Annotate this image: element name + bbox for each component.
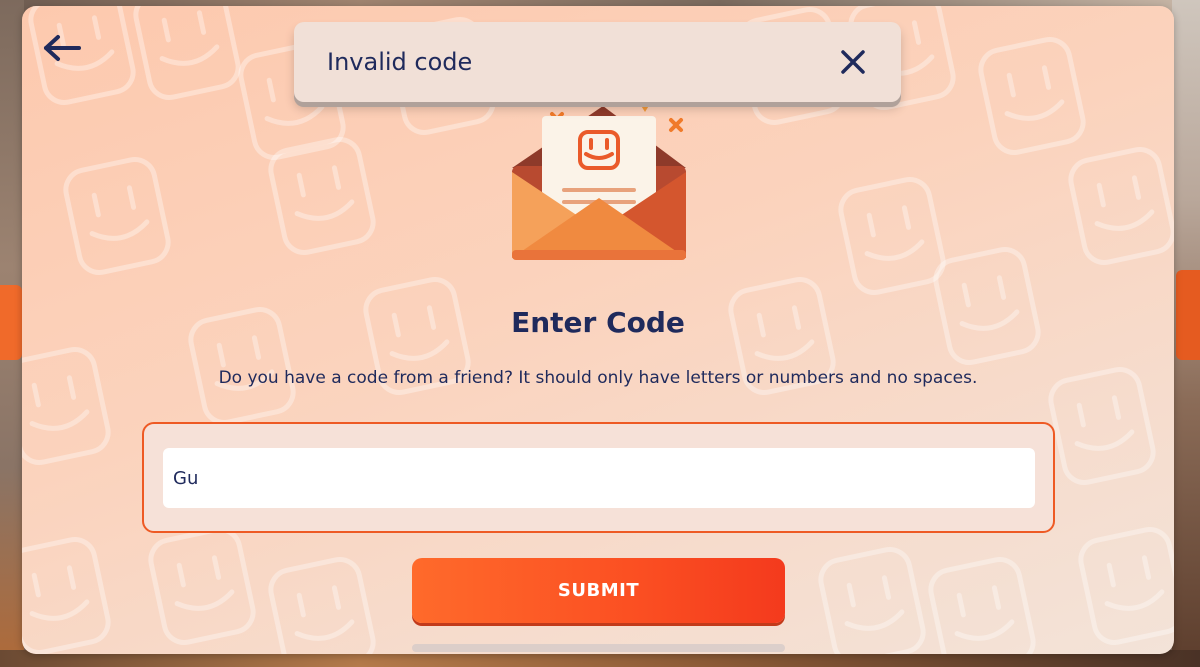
back-button[interactable] xyxy=(40,30,84,66)
code-input[interactable] xyxy=(163,448,1035,508)
scene-orange-object xyxy=(1176,270,1200,360)
instructions-text: Do you have a code from a friend? It sho… xyxy=(218,368,978,388)
toast-message: Invalid code xyxy=(327,48,473,76)
submit-button[interactable]: SUBMIT xyxy=(412,558,785,623)
arrow-left-icon xyxy=(44,35,81,61)
error-toast: Invalid code xyxy=(294,22,901,102)
code-input-container xyxy=(142,422,1055,533)
page-title: Enter Code xyxy=(511,306,685,339)
envelope-with-card-icon xyxy=(500,98,710,268)
close-icon xyxy=(841,50,865,74)
scene-orange-object xyxy=(0,285,22,360)
scene-background-right xyxy=(1172,0,1200,667)
toast-close-button[interactable] xyxy=(835,44,871,80)
enter-code-panel: Enter Code Do you have a code from a fri… xyxy=(22,6,1174,654)
home-indicator xyxy=(412,644,785,652)
scene-background-left xyxy=(0,0,24,667)
